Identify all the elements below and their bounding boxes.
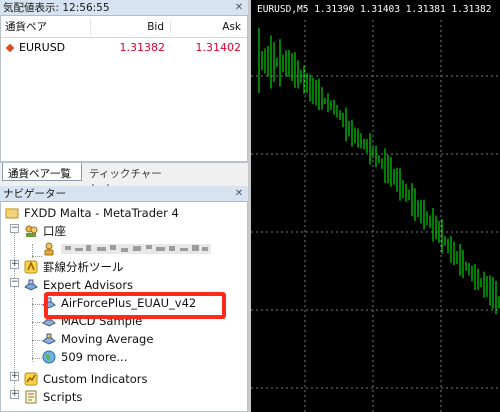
custom-indicators-icon	[24, 372, 38, 386]
column-header-bid[interactable]: Bid	[91, 20, 171, 33]
expert-advisor-icon	[42, 333, 56, 345]
close-icon[interactable]: ✕	[232, 2, 246, 13]
tree-item-accounts[interactable]: 口座	[24, 222, 66, 240]
close-icon[interactable]: ✕	[232, 188, 246, 199]
market-watch-titlebar: 気配値表示: 12:56:55 ✕	[0, 0, 248, 16]
market-watch-header: 通貨ペア Bid Ask	[1, 16, 247, 38]
symbol-diamond-icon	[5, 43, 15, 52]
chart-info-label: EURUSD,M5 1.31390 1.31403 1.31381 1.3138…	[257, 4, 492, 15]
left-column: 気配値表示: 12:56:55 ✕ 通貨ペア Bid Ask EURUSD 1.…	[0, 0, 248, 412]
symbol-cell: EURUSD	[19, 41, 66, 54]
chart-grid	[251, 20, 500, 412]
column-header-symbol[interactable]: 通貨ペア	[1, 19, 91, 34]
tree-line	[32, 358, 42, 359]
expand-toggle[interactable]: +	[10, 372, 19, 381]
scripts-icon	[25, 390, 37, 404]
accounts-icon	[25, 225, 38, 237]
tree-line	[32, 298, 33, 362]
tree-item-ea-moving-average[interactable]: Moving Average	[42, 330, 153, 348]
ask-cell: 1.31402	[195, 41, 242, 54]
tree-line	[32, 322, 42, 323]
market-watch-panel: 通貨ペア Bid Ask EURUSD 1.31382 1.31402	[0, 16, 248, 162]
tree-root[interactable]: FXDD Malta - MetaTrader 4	[5, 204, 179, 222]
expand-toggle[interactable]: +	[10, 260, 19, 269]
tree-line	[32, 304, 42, 305]
tab-tick-chart[interactable]: ティックチャート |	[84, 163, 184, 195]
expert-advisor-icon	[24, 279, 38, 291]
tree-item-indicators[interactable]: 罫線分析ツール	[24, 258, 124, 276]
market-watch-tabs: 通貨ペア一覧 ティックチャート |	[0, 162, 248, 195]
chart-bars	[258, 27, 500, 315]
tree-line	[32, 256, 42, 257]
market-watch-title: 気配値表示: 12:56:55	[3, 2, 110, 14]
blurred-account-name	[61, 244, 211, 254]
tree-item-more[interactable]: 509 more...	[42, 348, 127, 366]
tree-item-scripts[interactable]: Scripts	[24, 388, 82, 406]
globe-icon	[42, 350, 56, 364]
price-chart[interactable]: EURUSD,M5 1.31390 1.31403 1.31381 1.3138…	[248, 0, 500, 412]
navigator-title: ナビゲーター	[3, 188, 66, 200]
tree-line	[32, 340, 42, 341]
tree-item-custom-indicators[interactable]: Custom Indicators	[24, 370, 148, 388]
column-header-ask[interactable]: Ask	[171, 21, 247, 33]
expand-toggle[interactable]: +	[10, 390, 19, 399]
user-icon	[44, 242, 54, 256]
bid-cell: 1.31382	[119, 41, 166, 54]
indicators-icon	[24, 260, 38, 274]
collapse-toggle[interactable]: −	[10, 278, 19, 287]
collapse-toggle[interactable]: −	[10, 224, 19, 233]
chart-canvas	[251, 20, 500, 412]
navigator-titlebar: ナビゲーター ✕	[0, 186, 248, 202]
annotation-highlight-box	[44, 292, 226, 319]
tree-item-account-hidden[interactable]	[42, 240, 211, 258]
table-row[interactable]: EURUSD 1.31382 1.31402	[1, 38, 247, 57]
tab-symbols[interactable]: 通貨ペア一覧	[2, 163, 82, 181]
folder-icon	[5, 208, 19, 219]
